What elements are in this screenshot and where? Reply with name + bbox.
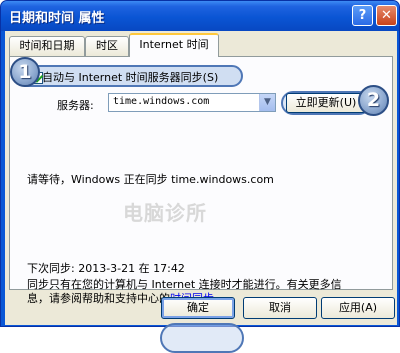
ok-button[interactable]: 确定	[161, 297, 235, 319]
tab-internet-time[interactable]: Internet 时间	[129, 33, 219, 57]
step-2-badge: 2	[358, 85, 389, 116]
ok-highlight	[160, 323, 244, 353]
tab-time-zone[interactable]: 时区	[85, 36, 129, 56]
server-label: 服务器:	[57, 99, 94, 112]
apply-button[interactable]: 应用(A)	[321, 297, 395, 319]
chevron-down-icon[interactable]: ▼	[259, 94, 275, 111]
step-1-badge: 1	[10, 57, 40, 87]
info-text-prefix: 息，请参阅帮助和支持中心的	[27, 292, 170, 305]
title-bar[interactable]: 日期和时间 属性 ? ✕	[1, 1, 399, 31]
close-button[interactable]: ✕	[376, 5, 397, 26]
help-button[interactable]: ?	[352, 5, 373, 26]
watermark-logo: 电脑诊所	[123, 201, 207, 225]
date-time-properties-dialog: 日期和时间 属性 ? ✕ 时间和日期 时区 Internet 时间 自动与 In…	[0, 0, 400, 353]
auto-sync-label[interactable]: 自动与 Internet 时间服务器同步(S)	[42, 69, 218, 85]
tab-date-time[interactable]: 时间和日期	[9, 36, 85, 56]
cancel-button[interactable]: 取消	[243, 297, 317, 319]
dialog-client-area: 时间和日期 时区 Internet 时间 自动与 Internet 时间服务器同…	[5, 31, 397, 353]
window-title: 日期和时间 属性	[9, 11, 105, 26]
server-value: time.windows.com	[113, 96, 210, 107]
update-now-button[interactable]: 立即更新(U)	[286, 93, 366, 113]
server-select[interactable]: time.windows.com ▼	[108, 93, 276, 112]
sync-status-text: 请等待，Windows 正在同步 time.windows.com	[27, 173, 274, 186]
next-sync-text: 下次同步: 2013-3-21 在 17:42	[27, 262, 185, 275]
